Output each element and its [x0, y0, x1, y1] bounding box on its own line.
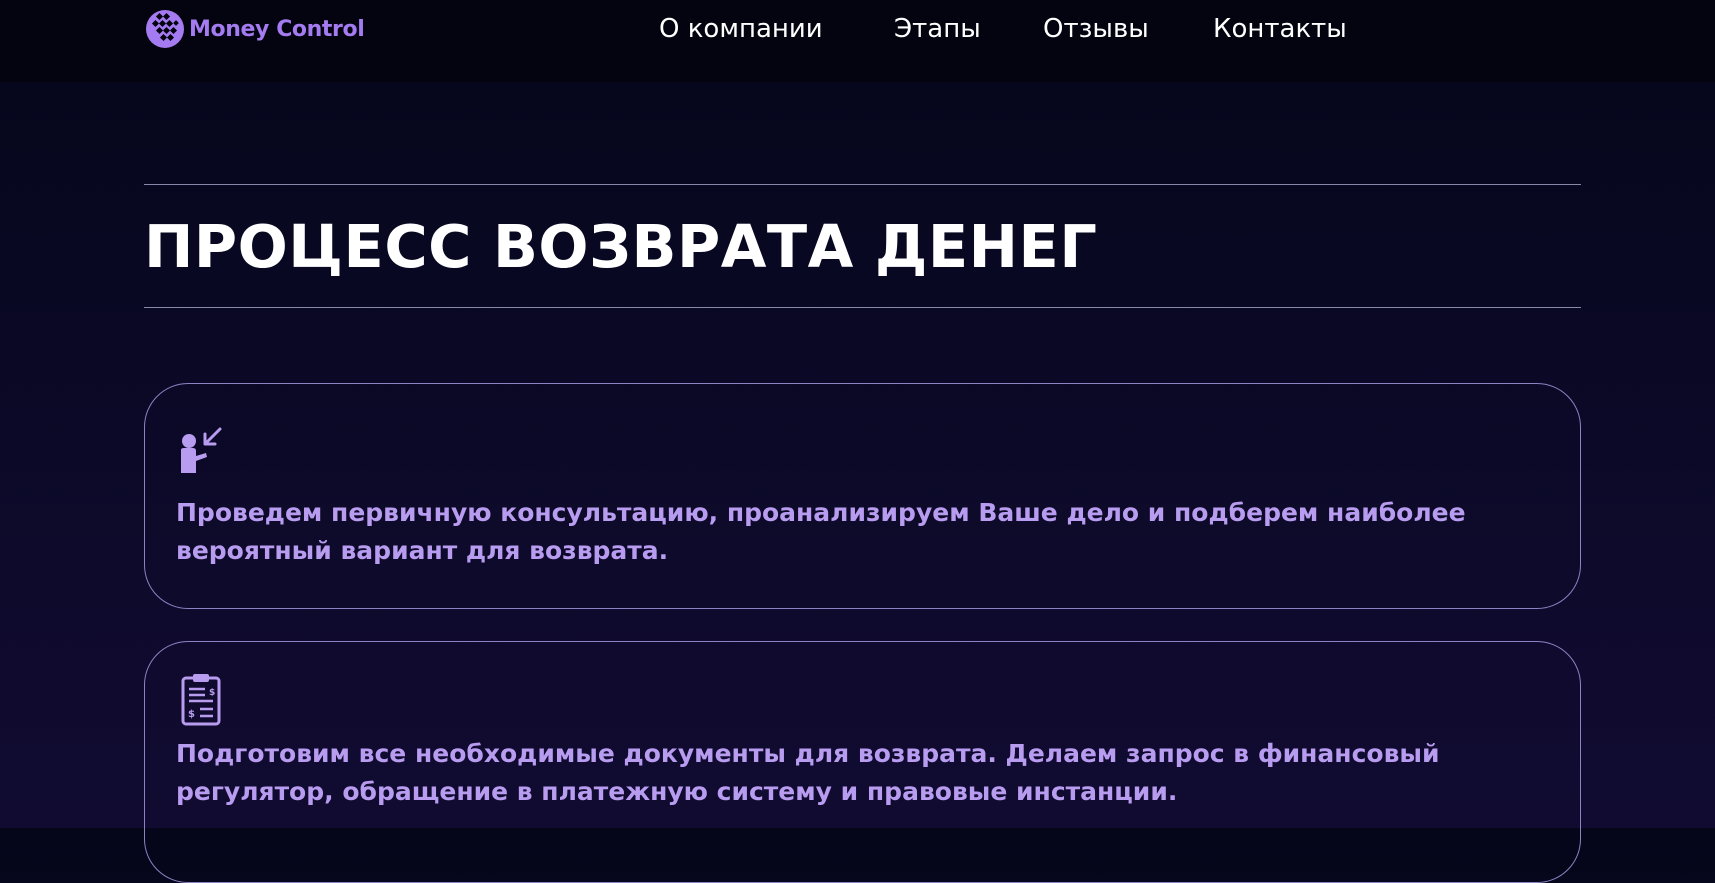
clipboard-document-icon: $ $ — [181, 674, 221, 726]
consultation-icon — [181, 427, 222, 473]
svg-text:$: $ — [209, 688, 215, 698]
title-divider-top — [144, 184, 1581, 185]
nav-item-reviews[interactable]: Отзывы — [1043, 12, 1149, 46]
title-divider-bottom — [144, 307, 1581, 308]
step-card-documents: $ $ Подготовим все необходимые документы… — [144, 641, 1581, 883]
step-card-text: Подготовим все необходимые документы для… — [176, 739, 1440, 806]
nav-item-stages[interactable]: Этапы — [894, 12, 981, 46]
nav-item-about[interactable]: О компании — [659, 12, 823, 46]
svg-text:$: $ — [188, 709, 195, 720]
main-nav: О компании Этапы Отзывы Контакты — [0, 12, 1715, 46]
nav-item-contacts[interactable]: Контакты — [1213, 12, 1347, 46]
step-card-text: Проведем первичную консультацию, проанал… — [176, 498, 1466, 565]
section-title: ПРОЦЕСС ВОЗВРАТА ДЕНЕГ — [144, 212, 1098, 281]
site-header: Money Control О компании Этапы Отзывы Ко… — [0, 0, 1715, 82]
step-card-consultation: Проведем первичную консультацию, проанал… — [144, 383, 1581, 609]
